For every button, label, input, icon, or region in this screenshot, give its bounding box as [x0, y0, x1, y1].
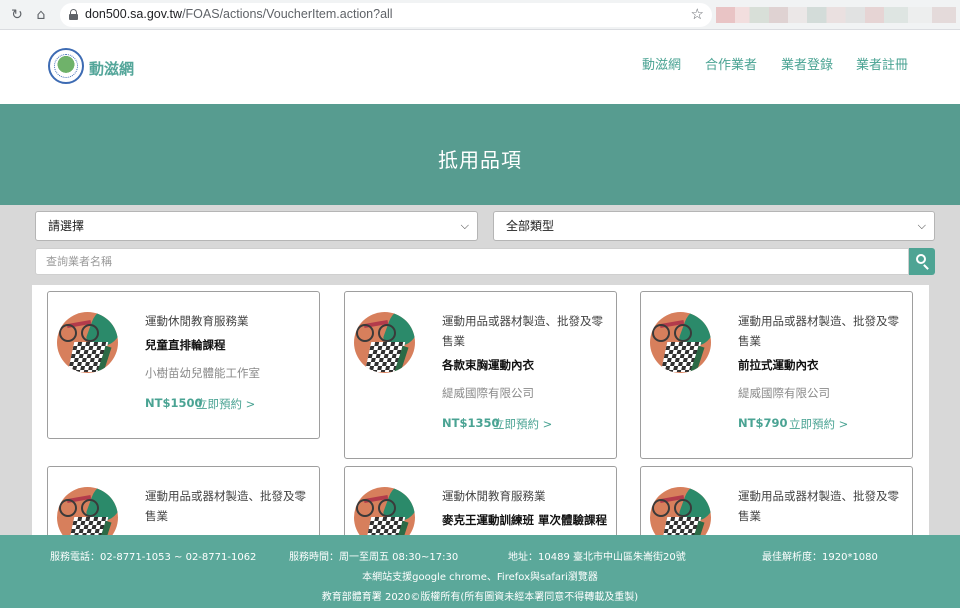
- site-footer: 服務電話：02-8771-1053 ~ 02-8771-1062 服務時間：周一…: [0, 535, 960, 608]
- card-price: NT$790: [738, 416, 788, 430]
- card-category: 運動用品或器材製造、批發及零售業: [442, 314, 603, 348]
- site-logo-text[interactable]: 動滋網: [89, 58, 134, 79]
- footer-hours: 服務時間：周一至周五 08:30~17:30: [289, 552, 459, 563]
- browser-toolbar: ↻ ⌂ don500.sa.gov.tw/FOAS/actions/Vouche…: [0, 0, 960, 30]
- nav-link-vendor-register[interactable]: 業者註冊: [856, 54, 908, 73]
- card-category: 運動休閒教育服務業: [442, 489, 546, 503]
- voucher-card[interactable]: 運動用品或器材製造、批發及零售業: [47, 466, 320, 535]
- book-now-link[interactable]: 立即預約 >: [789, 416, 848, 432]
- site-header: 動滋網 動滋網 合作業者 業者登錄 業者註冊: [0, 30, 960, 104]
- card-item-name: 各款束胸運動內衣: [442, 358, 534, 372]
- nav-link-partners[interactable]: 合作業者: [705, 54, 757, 73]
- footer-copyright: 教育部體育署 2020©版權所有(所有圖資未經本署同意不得轉載及重製): [321, 592, 639, 603]
- city-select[interactable]: 請選擇 ⌵: [35, 211, 478, 241]
- search-icon: [916, 254, 926, 264]
- address-bar[interactable]: don500.sa.gov.tw/FOAS/actions/VoucherIte…: [60, 3, 712, 27]
- voucher-card[interactable]: 運動用品或器材製造、批發及零售業 前拉式運動內衣 緹威國際有限公司 NT$790…: [640, 291, 913, 459]
- nav-link-vendor-login[interactable]: 業者登錄: [781, 54, 833, 73]
- type-select[interactable]: 全部類型 ⌵: [493, 211, 935, 241]
- card-category: 運動休閒教育服務業: [145, 314, 249, 328]
- sports-logo-image: [354, 487, 415, 535]
- voucher-card[interactable]: 運動休閒教育服務業 兒童直排輪課程 小樹苗幼兒體能工作室 NT$1500 立即預…: [47, 291, 320, 439]
- sports-logo-image: [650, 312, 711, 373]
- card-category: 運動用品或器材製造、批發及零售業: [738, 314, 899, 348]
- lock-icon: [69, 9, 78, 20]
- url-text: don500.sa.gov.tw/FOAS/actions/VoucherIte…: [85, 7, 393, 21]
- sports-logo-image: [57, 312, 118, 373]
- voucher-card[interactable]: 運動休閒教育服務業 麥克王運動訓練班 單次體驗課程: [344, 466, 617, 535]
- card-item-name: 麥克王運動訓練班 單次體驗課程: [442, 513, 608, 527]
- home-icon[interactable]: ⌂: [32, 6, 50, 24]
- card-vendor: 緹威國際有限公司: [738, 386, 830, 400]
- card-price: NT$1500: [145, 396, 203, 410]
- book-now-link[interactable]: 立即預約 >: [493, 416, 552, 432]
- footer-browser-support: 本網站支援google chrome、Firefox與safari瀏覽器: [362, 572, 598, 583]
- vendor-search-input[interactable]: 查詢業者名稱: [35, 248, 909, 275]
- ministry-emblem-icon[interactable]: [48, 48, 84, 84]
- voucher-card[interactable]: 運動用品或器材製造、批發及零售業: [640, 466, 913, 535]
- bookmark-star-icon[interactable]: ☆: [691, 5, 704, 23]
- sports-logo-image: [57, 487, 118, 535]
- reload-icon[interactable]: ↻: [8, 6, 26, 24]
- extensions-area: [716, 7, 956, 23]
- footer-phone: 服務電話：02-8771-1053 ~ 02-8771-1062: [50, 552, 257, 563]
- card-item-name: 兒童直排輪課程: [145, 338, 226, 352]
- card-category: 運動用品或器材製造、批發及零售業: [738, 489, 899, 523]
- voucher-item-list: 運動休閒教育服務業 兒童直排輪課程 小樹苗幼兒體能工作室 NT$1500 立即預…: [32, 285, 929, 535]
- search-button[interactable]: [909, 248, 935, 275]
- card-vendor: 緹威國際有限公司: [442, 386, 534, 400]
- card-category: 運動用品或器材製造、批發及零售業: [145, 489, 306, 523]
- type-select-value: 全部類型: [506, 219, 555, 233]
- hero-banner: 抵用品項: [0, 104, 960, 205]
- footer-address: 地址：10489 臺北市中山區朱崙街20號: [508, 552, 686, 563]
- sports-logo-image: [354, 312, 415, 373]
- city-select-value: 請選擇: [48, 219, 85, 233]
- card-price: NT$1350: [442, 416, 500, 430]
- page-title: 抵用品項: [438, 148, 522, 172]
- card-vendor: 小樹苗幼兒體能工作室: [145, 366, 260, 380]
- chevron-down-icon: ⌵: [460, 219, 469, 232]
- footer-resolution: 最佳解析度：1920*1080: [762, 552, 878, 563]
- nav-link-home[interactable]: 動滋網: [642, 54, 681, 73]
- card-item-name: 前拉式運動內衣: [738, 358, 819, 372]
- book-now-link[interactable]: 立即預約 >: [196, 396, 255, 412]
- chevron-down-icon: ⌵: [917, 219, 926, 232]
- sports-logo-image: [650, 487, 711, 535]
- voucher-card[interactable]: 運動用品或器材製造、批發及零售業 各款束胸運動內衣 緹威國際有限公司 NT$13…: [344, 291, 617, 459]
